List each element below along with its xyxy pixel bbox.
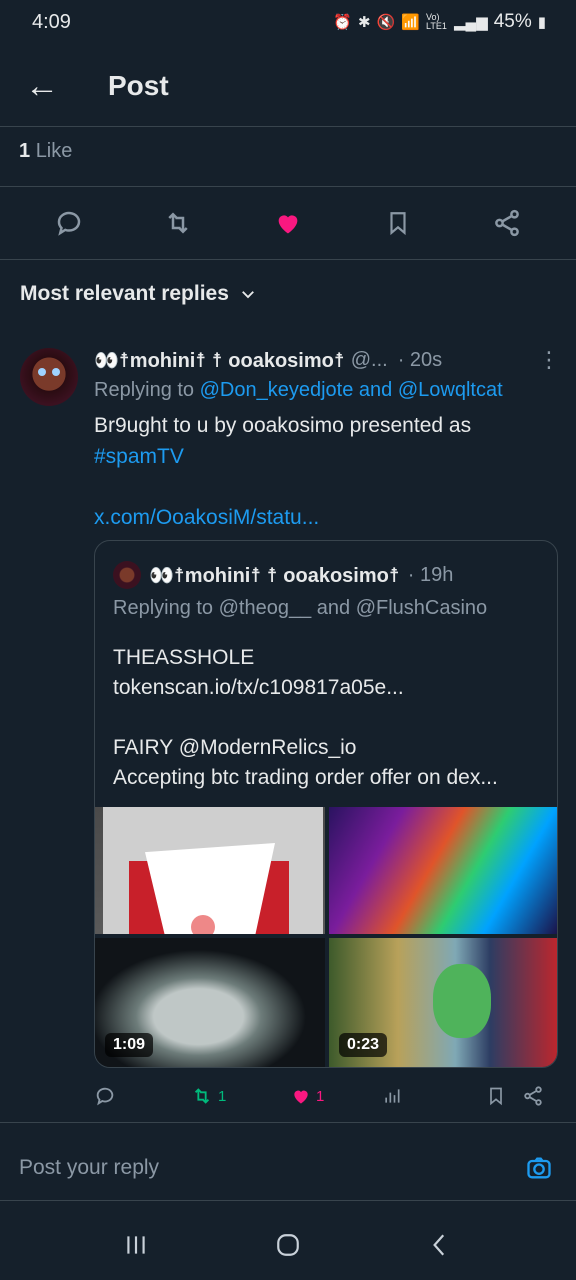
timestamp: · 20s — [397, 348, 443, 371]
divider — [0, 1200, 576, 1201]
replying-prefix: Replying to — [94, 379, 195, 401]
likes-count: 1 — [19, 140, 31, 162]
bookmark-button[interactable] — [486, 1085, 522, 1107]
reply-text: Br9ught to u by ooakosimo presented as #… — [94, 410, 560, 533]
media-image[interactable] — [329, 807, 557, 934]
likes-label: Like — [35, 140, 73, 162]
reply-content: 👀☨mohini☨ ☨ ooakosimo☨ @... · 20s ⋮ Repl… — [94, 346, 560, 533]
media-video[interactable]: 1:09 — [95, 938, 325, 1067]
heart-filled-icon — [294, 1090, 308, 1104]
display-name[interactable]: 👀☨mohini☨ ☨ ooakosimo☨ — [94, 348, 345, 373]
back-nav-icon[interactable] — [427, 1232, 453, 1258]
like-count: 1 — [316, 1087, 325, 1105]
media-grid: 1:09 0:23 — [95, 807, 557, 1067]
divider — [0, 259, 576, 260]
comment-icon — [57, 211, 81, 236]
recent-apps-icon[interactable] — [123, 1232, 149, 1258]
bluetooth-icon: ✱ — [358, 14, 371, 31]
network-label: Vo) LTE1 — [426, 12, 447, 31]
reply-button[interactable] — [39, 208, 99, 238]
heart-filled-icon — [278, 215, 298, 234]
camera-icon[interactable] — [524, 1154, 554, 1182]
status-link[interactable]: x.com/OoakosiM/statu... — [94, 502, 560, 533]
media-video[interactable]: 0:23 — [329, 938, 557, 1067]
video-duration: 1:09 — [105, 1033, 154, 1057]
bookmark-button[interactable] — [368, 208, 428, 238]
share-button[interactable] — [522, 1085, 544, 1107]
user-handle: @... — [350, 348, 388, 371]
video-duration: 0:23 — [339, 1033, 388, 1057]
likes-summary[interactable]: 1 Like — [19, 140, 72, 163]
like-button[interactable] — [258, 209, 318, 237]
share-icon — [524, 1086, 542, 1106]
sort-replies-dropdown[interactable]: Most relevant replies — [20, 282, 257, 306]
share-icon — [495, 209, 520, 237]
more-options-icon[interactable]: ⋮ — [538, 347, 560, 373]
timestamp: · 19h — [407, 563, 454, 586]
wifi-icon: 📶 — [401, 14, 420, 31]
post-actions — [0, 196, 576, 250]
divider — [0, 126, 576, 127]
back-button[interactable]: ← — [0, 67, 84, 106]
arrow-left-icon: ← — [25, 66, 59, 105]
status-icons: ⏰ ✱ 🔇 📶 Vo) LTE1 ▂▄▆ 45% ▮ — [333, 11, 546, 33]
analytics-icon — [385, 1089, 400, 1103]
like-button[interactable]: 1 — [290, 1086, 382, 1106]
sort-label: Most relevant replies — [20, 282, 229, 305]
reply-composer[interactable]: Post your reply — [0, 1134, 576, 1202]
reply-button[interactable] — [94, 1085, 190, 1107]
share-button[interactable] — [477, 208, 537, 238]
repost-button[interactable]: 1 — [190, 1085, 290, 1107]
repost-count: 1 — [218, 1087, 227, 1105]
avatar[interactable] — [20, 348, 78, 406]
alarm-icon: ⏰ — [333, 14, 353, 31]
reply-text-line: Br9ught to u by ooakosimo presented as — [94, 414, 472, 437]
status-time: 4:09 — [32, 10, 71, 33]
bookmark-icon — [490, 1087, 502, 1106]
comment-icon — [96, 1087, 114, 1106]
replying-to: Replying to @theog__ and @FlushCasino — [113, 597, 488, 619]
views-button[interactable] — [382, 1086, 486, 1106]
status-bar: 4:09 ⏰ ✱ 🔇 📶 Vo) LTE1 ▂▄▆ 45% ▮ — [0, 0, 576, 44]
divider — [0, 1122, 576, 1123]
app-bar: ← Post — [0, 46, 576, 126]
replying-users[interactable]: @Don_keyedjote and @Lowqltcat — [200, 379, 503, 401]
quote-text: THEASSHOLE tokenscan.io/tx/c109817a05e..… — [113, 646, 498, 789]
divider — [0, 186, 576, 187]
reply-header: 👀☨mohini☨ ☨ ooakosimo☨ @... · 20s ⋮ — [94, 346, 560, 374]
quoted-post[interactable]: 👀☨mohini☨ ☨ ooakosimo☨ · 19h Replying to… — [94, 540, 558, 1068]
signal-icon: ▂▄▆ — [454, 14, 488, 31]
avatar — [113, 561, 141, 589]
repost-button[interactable] — [148, 208, 208, 238]
quote-header: 👀☨mohini☨ ☨ ooakosimo☨ · 19h — [113, 561, 453, 589]
repost-icon — [194, 1088, 210, 1104]
chevron-down-icon — [242, 291, 254, 299]
mute-icon: 🔇 — [376, 14, 396, 31]
hashtag-link[interactable]: #spamTV — [94, 441, 560, 472]
bookmark-icon — [389, 212, 406, 236]
display-name: 👀☨mohini☨ ☨ ooakosimo☨ — [149, 564, 400, 587]
replying-to: Replying to @Don_keyedjote and @Lowqltca… — [94, 376, 560, 404]
media-image[interactable] — [95, 807, 325, 934]
reply-actions: 1 1 — [94, 1082, 560, 1110]
home-icon[interactable] — [275, 1232, 301, 1258]
battery-level: 45% — [493, 11, 532, 32]
system-nav-bar — [0, 1210, 576, 1280]
page-title: Post — [108, 70, 169, 101]
reply-input[interactable]: Post your reply — [19, 1156, 159, 1180]
battery-icon: ▮ — [537, 14, 546, 31]
repost-icon — [168, 212, 189, 234]
